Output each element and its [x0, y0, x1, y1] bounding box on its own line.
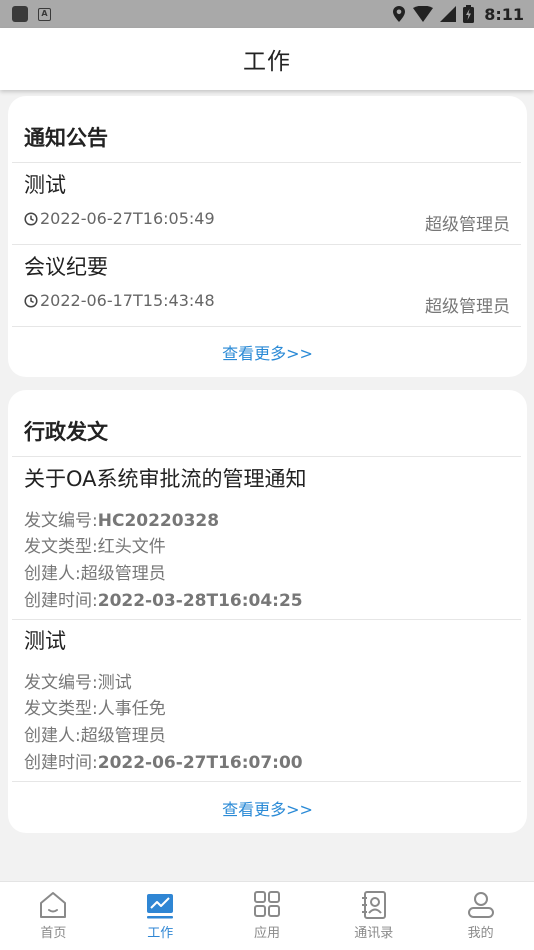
notification-a-icon: A	[38, 7, 51, 21]
notice-card: 通知公告 测试 2022-06-27T16:05:49 超级管理员 会议纪要 2…	[8, 96, 527, 377]
nav-label-contacts: 通讯录	[354, 926, 394, 941]
notice-item-title: 会议纪要	[24, 255, 108, 279]
notice-item-title: 测试	[24, 173, 66, 197]
doc-number: 发文编号:HC20220328	[24, 511, 220, 531]
location-icon	[393, 6, 406, 22]
nav-item-home[interactable]: 首页	[0, 882, 107, 950]
nav-item-work[interactable]: 工作	[107, 882, 214, 950]
doc-creator: 创建人:超级管理员	[24, 726, 166, 746]
docs-more-link[interactable]: 查看更多>>	[8, 796, 527, 820]
divider	[12, 456, 521, 457]
app-header: 工作	[0, 28, 534, 90]
divider	[12, 619, 521, 620]
nav-label-apps: 应用	[253, 926, 280, 941]
doc-created-time: 创建时间:2022-03-28T16:04:25	[24, 591, 303, 611]
page-title: 工作	[243, 49, 291, 75]
divider	[12, 326, 521, 327]
notice-item-author: 超级管理员	[425, 297, 510, 317]
doc-number: 发文编号:测试	[24, 673, 132, 693]
divider	[12, 162, 521, 163]
notice-card-title: 通知公告	[24, 126, 108, 150]
doc-item-title: 测试	[24, 629, 66, 653]
notification-square-icon	[12, 6, 28, 22]
contacts-icon	[361, 891, 386, 919]
clock-icon	[24, 293, 38, 308]
work-chart-icon	[147, 894, 174, 919]
profile-icon	[467, 892, 494, 918]
wifi-icon	[413, 6, 434, 22]
clock-icon	[24, 211, 38, 226]
docs-card: 行政发文 关于OA系统审批流的管理通知 发文编号:HC20220328 发文类型…	[8, 390, 527, 833]
doc-type: 发文类型:人事任免	[24, 699, 166, 719]
nav-label-work: 工作	[147, 926, 174, 941]
home-icon	[40, 892, 67, 918]
signal-icon	[440, 6, 457, 22]
nav-item-apps[interactable]: 应用	[214, 882, 321, 950]
notice-item-author: 超级管理员	[425, 215, 510, 235]
docs-card-title: 行政发文	[24, 420, 108, 444]
divider	[12, 781, 521, 782]
divider	[12, 244, 521, 245]
apps-grid-icon	[253, 891, 280, 917]
battery-icon	[463, 5, 475, 23]
notice-item-time: 2022-06-17T15:43:48	[24, 291, 215, 310]
status-bar: A 8:11	[0, 0, 534, 28]
notice-item-time-text: 2022-06-17T15:43:48	[40, 291, 215, 310]
doc-type: 发文类型:红头文件	[24, 537, 166, 557]
doc-created-time: 创建时间:2022-06-27T16:07:00	[24, 753, 303, 773]
nav-item-contacts[interactable]: 通讯录	[320, 882, 427, 950]
doc-item-title: 关于OA系统审批流的管理通知	[24, 467, 307, 491]
clock: 8:11	[484, 4, 524, 24]
nav-item-profile[interactable]: 我的	[427, 882, 534, 950]
notice-item-time: 2022-06-27T16:05:49	[24, 209, 215, 228]
nav-label-home: 首页	[40, 926, 67, 941]
bottom-nav: 首页 工作 应用 通讯录 我的	[0, 881, 534, 950]
notice-more-link[interactable]: 查看更多>>	[8, 340, 527, 364]
nav-label-profile: 我的	[467, 926, 494, 941]
doc-creator: 创建人:超级管理员	[24, 564, 166, 584]
notice-item-time-text: 2022-06-27T16:05:49	[40, 209, 215, 228]
